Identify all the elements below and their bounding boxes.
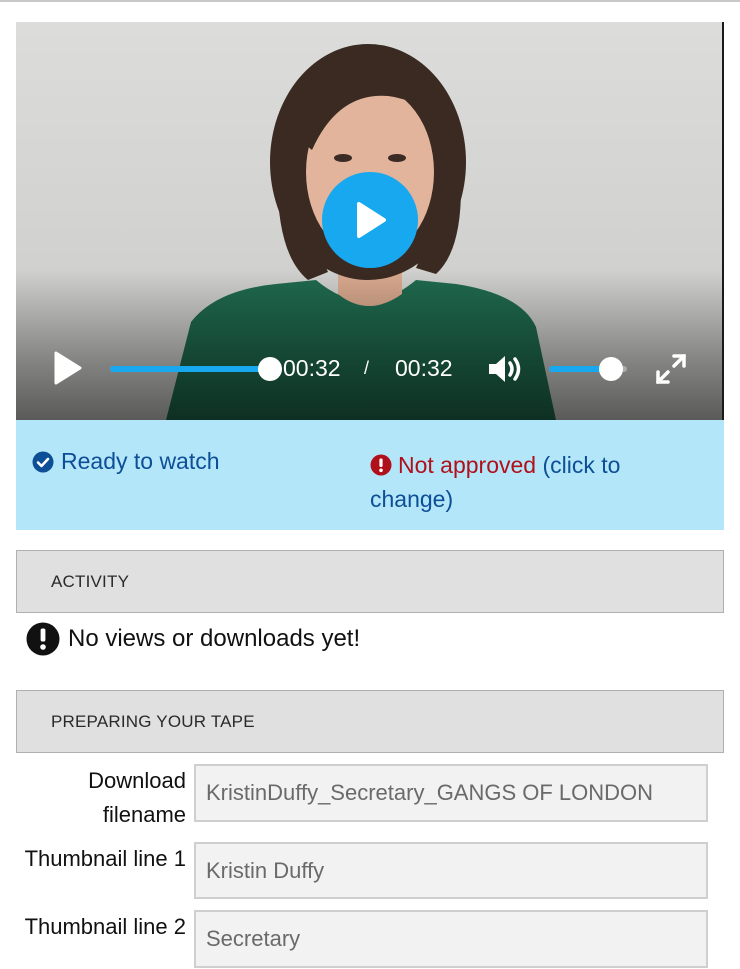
approval-label: Not approved bbox=[398, 452, 537, 478]
video-border bbox=[722, 22, 724, 420]
activity-empty-message: No views or downloads yet! bbox=[68, 625, 361, 652]
check-circle-icon bbox=[32, 451, 54, 472]
download-filename-label: Download filename bbox=[88, 768, 186, 827]
volume-icon bbox=[489, 356, 521, 382]
exclamation-circle-icon bbox=[370, 454, 392, 476]
seek-handle[interactable] bbox=[258, 357, 282, 381]
activity-title: ACTIVITY bbox=[51, 572, 130, 591]
fullscreen-icon bbox=[656, 354, 686, 384]
play-icon bbox=[357, 202, 386, 238]
thumbnail-line-2-input[interactable] bbox=[194, 910, 708, 968]
play-icon bbox=[54, 351, 82, 385]
exclamation-circle-icon bbox=[26, 622, 60, 656]
time-separator: / bbox=[364, 358, 370, 378]
preparing-header: PREPARING YOUR TAPE bbox=[16, 690, 724, 753]
top-divider bbox=[0, 0, 740, 2]
activity-header: ACTIVITY bbox=[16, 550, 724, 613]
approval-toggle[interactable]: Not approved (click to change) bbox=[370, 448, 670, 516]
thumbnail-line-1-input[interactable] bbox=[194, 842, 708, 899]
ready-status: Ready to watch bbox=[32, 448, 220, 475]
thumbnail-line-2-label: Thumbnail line 2 bbox=[24, 914, 186, 939]
duration: 00:32 bbox=[395, 355, 453, 381]
seek-progress bbox=[110, 366, 270, 372]
volume-slider[interactable] bbox=[549, 357, 627, 381]
volume-handle[interactable] bbox=[599, 357, 624, 381]
current-time: 00:32 bbox=[283, 355, 341, 381]
ready-label: Ready to watch bbox=[61, 448, 220, 474]
activity-empty: No views or downloads yet! bbox=[26, 622, 360, 656]
video-player[interactable]: 00:32 / 00:32 bbox=[16, 22, 724, 420]
play-button[interactable] bbox=[52, 350, 84, 386]
big-play-button[interactable] bbox=[322, 172, 418, 268]
status-bar: Ready to watch Not approved (click to ch… bbox=[16, 420, 724, 530]
seek-bar[interactable] bbox=[110, 357, 282, 381]
fullscreen-button[interactable] bbox=[654, 352, 688, 386]
mute-button[interactable] bbox=[486, 352, 526, 386]
thumbnail-line-1-label: Thumbnail line 1 bbox=[24, 846, 186, 871]
download-filename-input[interactable] bbox=[194, 764, 708, 822]
preparing-title: PREPARING YOUR TAPE bbox=[51, 712, 255, 731]
control-bar: 00:32 / 00:32 bbox=[16, 344, 724, 394]
